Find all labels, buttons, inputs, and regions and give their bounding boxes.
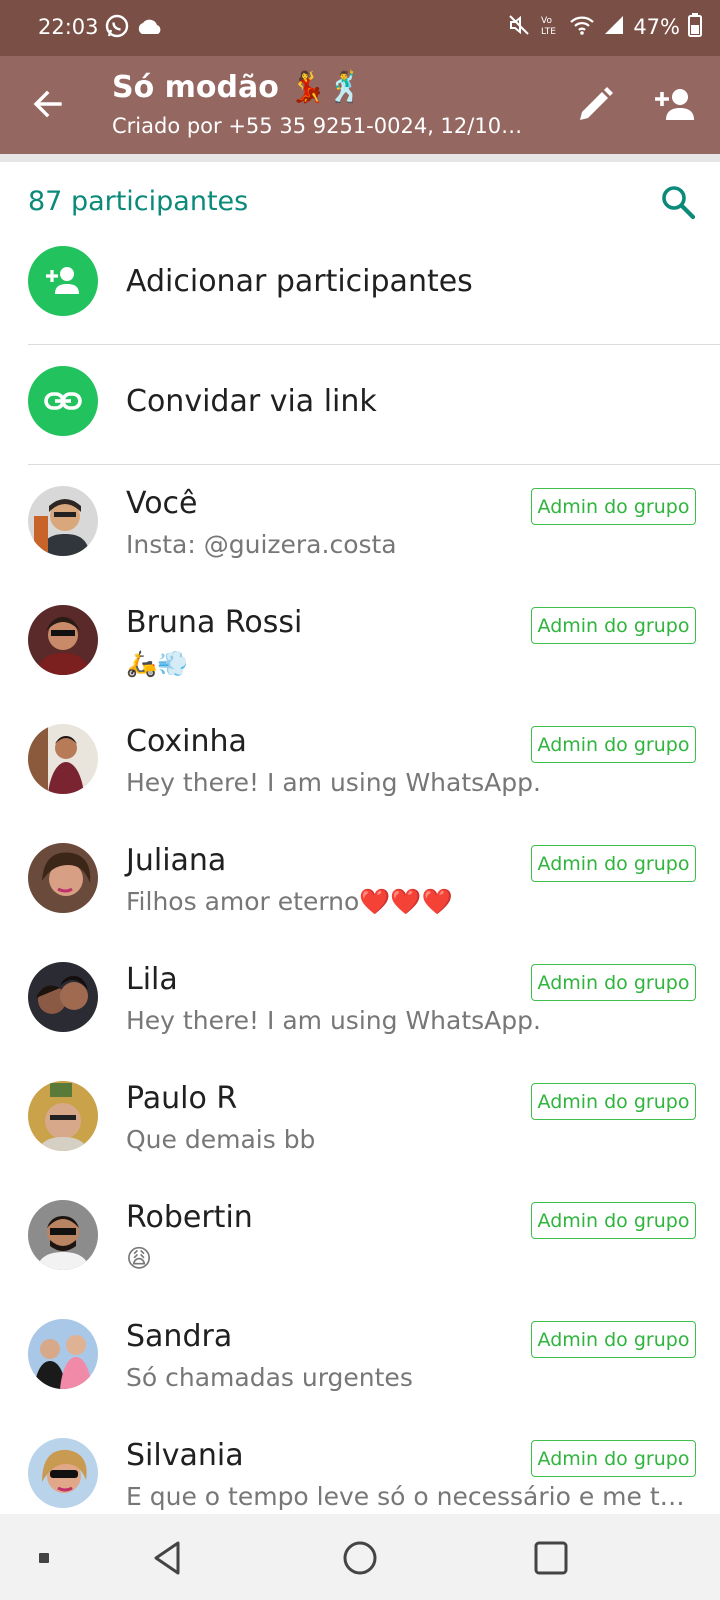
member-row[interactable]: Juliana Filhos amor eterno❤️❤️❤️ Admin d…	[0, 821, 720, 940]
header-divider	[0, 154, 720, 162]
avatar[interactable]	[28, 1081, 98, 1151]
recents-dot-icon[interactable]	[22, 1536, 66, 1580]
overview-square-icon[interactable]	[529, 1536, 573, 1580]
add-person-icon[interactable]	[652, 82, 698, 128]
svg-text:Vo: Vo	[541, 16, 552, 26]
member-name: Silvania	[126, 1438, 244, 1473]
member-row[interactable]: Coxinha Hey there! I am using WhatsApp. …	[0, 702, 720, 821]
add-participants-label: Adicionar participantes	[126, 264, 473, 299]
admin-badge: Admin do grupo	[531, 726, 696, 763]
battery-percent: 47%	[633, 15, 680, 39]
signal-icon	[603, 14, 625, 40]
mute-icon	[507, 13, 531, 41]
avatar[interactable]	[28, 1319, 98, 1389]
admin-badge: Admin do grupo	[531, 488, 696, 525]
member-row[interactable]: Você Insta: @guizera.costa Admin do grup…	[0, 464, 720, 583]
member-status: Que demais bb	[126, 1125, 316, 1154]
member-name: Lila	[126, 962, 178, 997]
member-name: Bruna Rossi	[126, 605, 303, 640]
member-status: Hey there! I am using WhatsApp.	[126, 1006, 541, 1035]
member-status: Hey there! I am using WhatsApp.	[126, 768, 541, 797]
avatar[interactable]	[28, 486, 98, 556]
avatar[interactable]	[28, 1200, 98, 1270]
svg-text:LTE: LTE	[541, 27, 556, 37]
member-row[interactable]: Lila Hey there! I am using WhatsApp. Adm…	[0, 940, 720, 1059]
invite-link-label: Convidar via link	[126, 384, 377, 419]
volte-icon: Vo LTE	[539, 13, 561, 41]
member-status: 🛵💨	[126, 649, 189, 678]
participants-panel: 87 participantes Adicionar participantes…	[0, 162, 720, 1514]
status-bar: 22:03 Vo LTE 47%	[0, 0, 720, 56]
avatar[interactable]	[28, 724, 98, 794]
admin-badge: Admin do grupo	[531, 845, 696, 882]
avatar[interactable]	[28, 605, 98, 675]
avatar[interactable]	[28, 1438, 98, 1508]
admin-badge: Admin do grupo	[531, 964, 696, 1001]
member-row[interactable]: Silvania E que o tempo leve só o necessá…	[0, 1416, 720, 1514]
avatar[interactable]	[28, 843, 98, 913]
add-participants-row[interactable]: Adicionar participantes	[0, 224, 720, 342]
member-name: Você	[126, 486, 198, 521]
member-status: 😩	[126, 1244, 153, 1273]
group-created-by[interactable]: Criado por +55 35 9251-0024, 12/10/2...	[112, 114, 527, 138]
app-bar: Só modão 💃🕺 Criado por +55 35 9251-0024,…	[0, 56, 720, 154]
admin-badge: Admin do grupo	[531, 1440, 696, 1477]
system-nav-bar	[0, 1514, 720, 1600]
member-status: E que o tempo leve só o necessário e me …	[126, 1482, 692, 1511]
member-name: Sandra	[126, 1319, 233, 1354]
member-row[interactable]: Paulo R Que demais bb Admin do grupo	[0, 1059, 720, 1178]
back-arrow-icon[interactable]	[28, 84, 68, 124]
member-row[interactable]: Bruna Rossi 🛵💨 Admin do grupo	[0, 583, 720, 702]
admin-badge: Admin do grupo	[531, 1202, 696, 1239]
edit-pencil-icon[interactable]	[572, 82, 618, 128]
admin-badge: Admin do grupo	[531, 607, 696, 644]
member-status: Só chamadas urgentes	[126, 1363, 413, 1392]
home-circle-icon[interactable]	[338, 1536, 382, 1580]
member-name: Juliana	[126, 843, 227, 878]
status-time: 22:03	[38, 15, 99, 39]
admin-badge: Admin do grupo	[531, 1083, 696, 1120]
member-row[interactable]: Robertin 😩 Admin do grupo	[0, 1178, 720, 1297]
member-name: Robertin	[126, 1200, 253, 1235]
member-name: Coxinha	[126, 724, 247, 759]
whatsapp-icon	[104, 13, 130, 43]
wifi-icon	[569, 14, 595, 40]
member-status: Insta: @guizera.costa	[126, 530, 397, 559]
member-name: Paulo R	[126, 1081, 238, 1116]
cloud-icon	[136, 16, 164, 40]
add-participant-icon	[28, 246, 98, 316]
back-triangle-icon[interactable]	[146, 1536, 190, 1580]
member-status: Filhos amor eterno❤️❤️❤️	[126, 887, 453, 916]
search-icon[interactable]	[658, 182, 698, 222]
member-row[interactable]: Sandra Só chamadas urgentes Admin do gru…	[0, 1297, 720, 1416]
group-title[interactable]: Só modão 💃🕺	[112, 70, 364, 105]
admin-badge: Admin do grupo	[531, 1321, 696, 1358]
participants-count: 87 participantes	[28, 186, 249, 217]
battery-icon	[688, 13, 702, 41]
link-icon	[28, 366, 98, 436]
invite-link-row[interactable]: Convidar via link	[0, 344, 720, 462]
avatar[interactable]	[28, 962, 98, 1032]
